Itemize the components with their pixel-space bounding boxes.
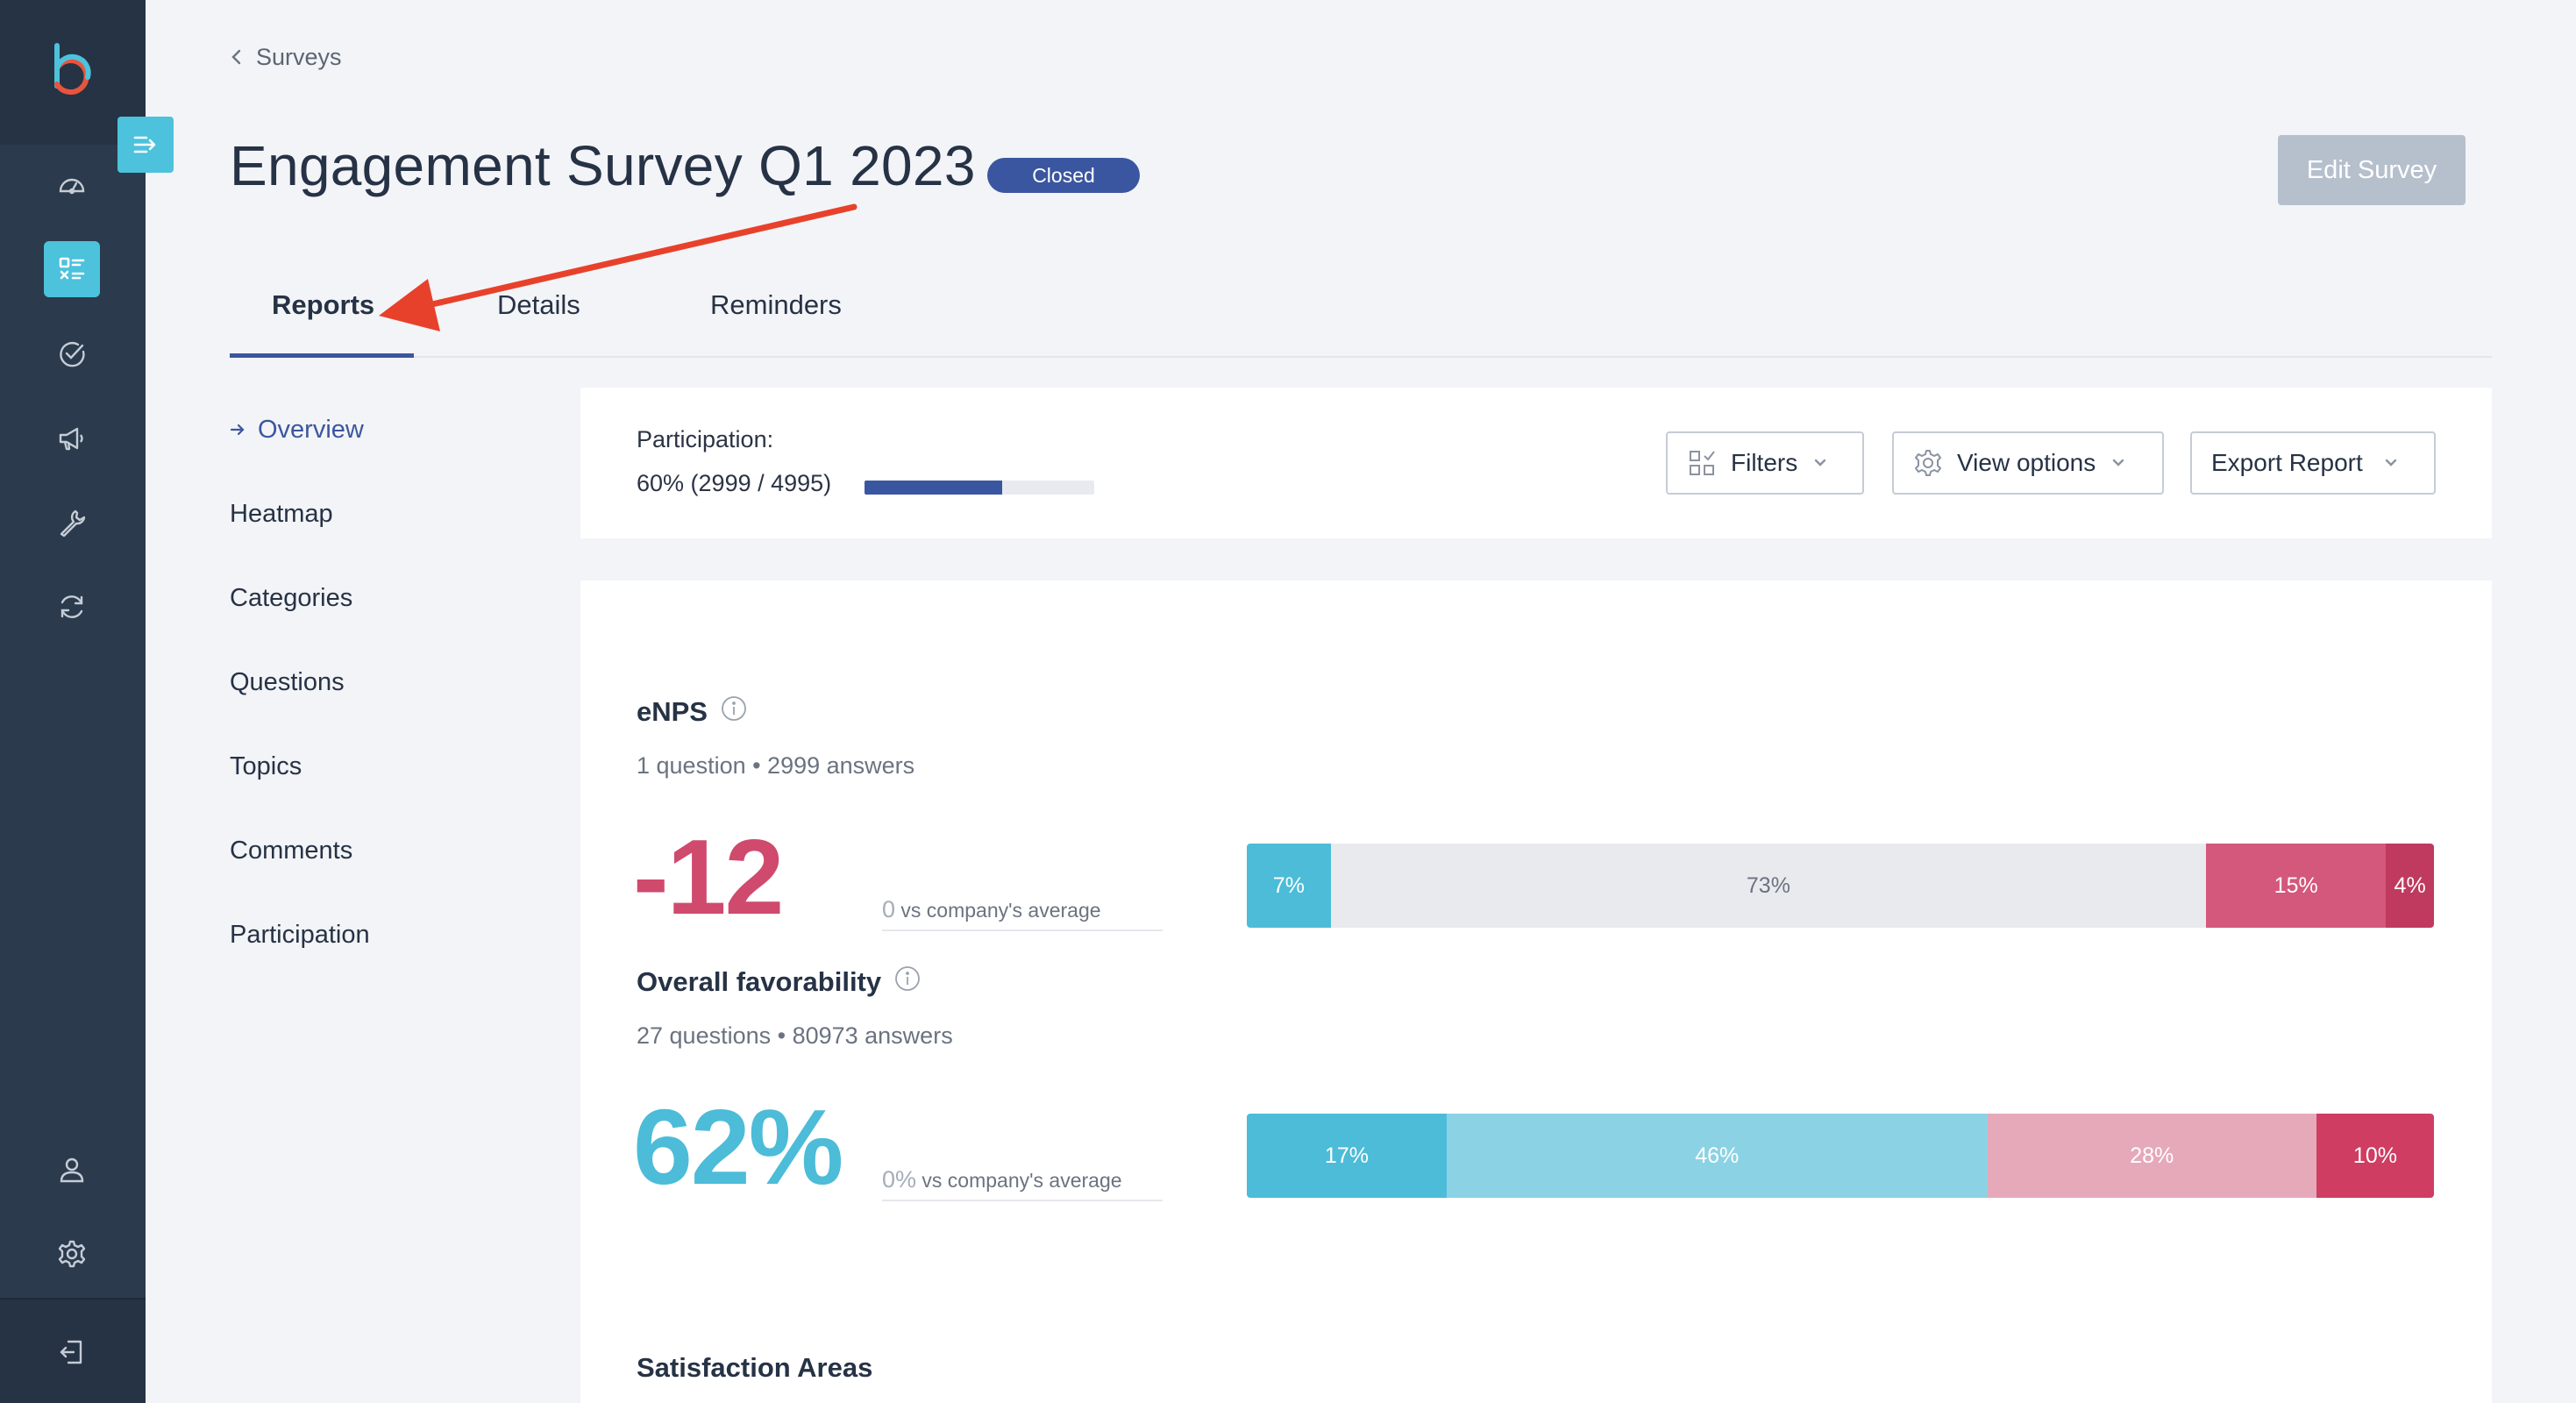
metrics-card: eNPS 1 question • 2999 answers -12 0 vs … xyxy=(580,580,2492,1403)
wrench-icon[interactable] xyxy=(44,495,100,551)
logout-area xyxy=(0,1298,146,1403)
subnav-overview[interactable]: Overview xyxy=(230,412,364,447)
arrow-right-icon xyxy=(230,424,245,436)
participation-label: Participation: xyxy=(637,426,774,452)
favorability-subtitle: 27 questions • 80973 answers xyxy=(637,1022,953,1049)
enps-vs-label: vs company's average xyxy=(895,899,1101,922)
status-badge: Closed xyxy=(987,158,1140,193)
favorability-segment: 10% xyxy=(2316,1114,2434,1198)
enps-subtitle: 1 question • 2999 answers xyxy=(637,752,915,779)
view-options-button[interactable]: View options xyxy=(1892,431,2164,495)
tab-details[interactable]: Details xyxy=(497,289,580,331)
participation-value: 60% (2999 / 4995) xyxy=(637,470,832,496)
favorability-segment: 46% xyxy=(1446,1114,1988,1198)
tab-reminders[interactable]: Reminders xyxy=(710,289,842,331)
enps-vs-number: 0 xyxy=(882,896,896,922)
subnav-categories[interactable]: Categories xyxy=(230,580,352,616)
subnav-topics[interactable]: Topics xyxy=(230,749,302,784)
favorability-value: 62% xyxy=(633,1087,843,1207)
settings-icon[interactable] xyxy=(44,1226,100,1282)
export-report-button[interactable]: Export Report xyxy=(2190,431,2436,495)
filters-button[interactable]: Filters xyxy=(1666,431,1864,495)
favorability-title: Overall favorability xyxy=(637,965,922,1000)
filters-label: Filters xyxy=(1731,449,1798,476)
gear-icon xyxy=(1915,450,1941,476)
participation-progress-bar xyxy=(865,481,1094,495)
favorability-segment: 28% xyxy=(1987,1114,2316,1198)
enps-segment: 15% xyxy=(2206,844,2387,928)
favorability-distribution-bar: 17% 46% 28% 10% xyxy=(1247,1114,2434,1198)
dashboard-icon[interactable] xyxy=(44,158,100,214)
info-icon[interactable] xyxy=(720,694,748,730)
enps-value: -12 xyxy=(633,817,784,937)
info-icon[interactable] xyxy=(893,965,922,1000)
chevron-left-icon xyxy=(231,49,241,65)
satisfaction-areas-title: Satisfaction Areas xyxy=(637,1352,873,1383)
view-options-label: View options xyxy=(1957,449,2096,476)
edit-survey-button[interactable]: Edit Survey xyxy=(2278,135,2466,205)
page-title: Engagement Survey Q1 2023 xyxy=(230,134,976,197)
enps-segment: 73% xyxy=(1330,844,2207,928)
tab-reports[interactable]: Reports xyxy=(272,289,374,331)
subnav-heatmap[interactable]: Heatmap xyxy=(230,496,333,531)
megaphone-icon[interactable] xyxy=(44,410,100,466)
enps-title-label: eNPS xyxy=(637,696,708,727)
enps-segment: 7% xyxy=(1247,844,1331,928)
export-report-label: Export Report xyxy=(2211,449,2363,476)
active-tab-indicator xyxy=(230,353,414,358)
favorability-segment: 17% xyxy=(1247,1114,1447,1198)
chevron-down-icon xyxy=(2110,449,2127,477)
favorability-vs-number: 0% xyxy=(882,1166,917,1193)
enps-segment: 4% xyxy=(2386,844,2434,928)
sync-icon[interactable] xyxy=(44,579,100,635)
subnav-overview-label: Overview xyxy=(258,415,364,444)
user-icon[interactable] xyxy=(44,1142,100,1198)
check-circle-icon[interactable] xyxy=(44,326,100,382)
surveys-icon[interactable] xyxy=(44,241,100,297)
filters-icon xyxy=(1690,451,1715,475)
breadcrumb[interactable]: Surveys xyxy=(230,42,342,72)
favorability-vs-label: vs company's average xyxy=(916,1169,1122,1192)
enps-distribution-bar: 7% 73% 15% 4% xyxy=(1247,844,2434,928)
collapse-sidebar-button[interactable] xyxy=(117,117,174,173)
participation-progress-fill xyxy=(865,481,1003,495)
sidebar xyxy=(0,0,146,1403)
subnav-questions[interactable]: Questions xyxy=(230,665,345,700)
subnav-comments[interactable]: Comments xyxy=(230,833,352,868)
subnav-participation[interactable]: Participation xyxy=(230,917,370,952)
tabs-divider xyxy=(230,356,2492,358)
favorability-title-label: Overall favorability xyxy=(637,966,882,997)
enps-title: eNPS xyxy=(637,694,748,730)
favorability-vs-average: 0% vs company's average xyxy=(882,1166,1163,1201)
logout-icon[interactable] xyxy=(44,1324,100,1380)
collapse-icon xyxy=(133,136,156,153)
breadcrumb-surveys-link[interactable]: Surveys xyxy=(256,44,342,71)
enps-vs-average: 0 vs company's average xyxy=(882,896,1163,931)
participation-card: Participation: 60% (2999 / 4995) Filters… xyxy=(580,388,2492,538)
logo-b-icon xyxy=(54,42,91,95)
chevron-down-icon xyxy=(1811,449,1829,477)
chevron-down-icon xyxy=(2382,449,2400,477)
